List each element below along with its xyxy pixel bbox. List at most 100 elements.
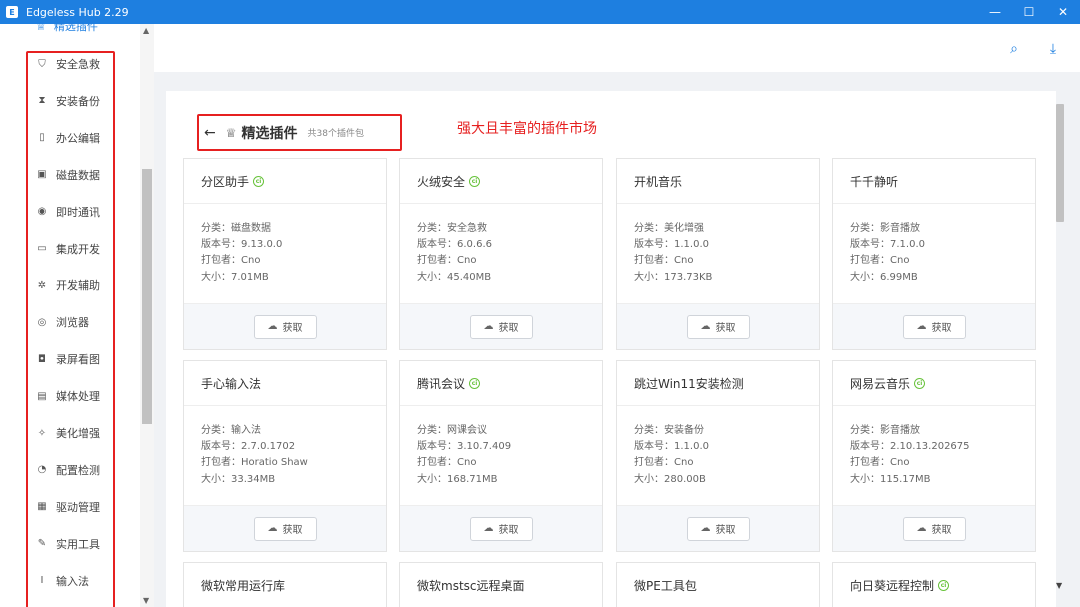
close-button[interactable]: ✕ <box>1046 0 1080 24</box>
sidebar-item[interactable]: ◔ 配置检测 <box>36 460 100 480</box>
plugin-count: 共38个插件包 <box>307 129 364 139</box>
plugin-details: 分类：影音播放 版本号：2.10.13.202675 打包者：Cno 大小：115.1… <box>833 406 1035 506</box>
sidebar-item[interactable]: ▦ 驱动管理 <box>36 497 100 517</box>
sidebar-item[interactable]: ◎ 浏览器 <box>36 312 89 332</box>
chat-icon: ◉ <box>37 206 47 218</box>
download-icon[interactable]: ⤓ <box>1045 41 1061 57</box>
plugin-card-header: 跳过Win11安装检测 <box>617 361 819 406</box>
minimize-button[interactable]: — <box>978 0 1012 24</box>
sidebar-item-label: 配置检测 <box>56 463 100 477</box>
media-icon: ▤ <box>37 390 47 402</box>
app-logo-icon: E <box>6 6 18 18</box>
camera-icon: ◘ <box>38 353 46 365</box>
plugin-name: 网易云音乐 <box>850 376 911 391</box>
sidebar-item-label: 磁盘数据 <box>56 168 100 182</box>
sidebar-item[interactable]: ▤ 媒体处理 <box>36 386 100 406</box>
plugin-category: 分类：输入法 <box>201 425 261 436</box>
sidebar-item-label: 安全急救 <box>56 58 100 71</box>
sidebar-item[interactable]: ◉ 即时通讯 <box>36 202 100 222</box>
get-button[interactable]: ☁ 获取 <box>902 314 966 339</box>
app-window: E Edgeless Hub 2.29 — ☐ ✕ ♕ 精选插件 ⛉ 安全急救 ⧗ 安… <box>0 0 1080 607</box>
plugin-category: 分类：影音播放 <box>850 425 920 436</box>
plugin-name: 分区助手 <box>201 174 250 189</box>
plugin-card-header: 网易云音乐 ci <box>833 361 1035 406</box>
cloud-download-icon: ☁ <box>700 523 711 534</box>
italic-icon: I <box>40 575 44 587</box>
plugin-card-header: 手心输入法 <box>184 361 386 406</box>
browser-icon: ◎ <box>37 316 47 328</box>
get-button-label: 获取 <box>282 525 303 536</box>
sidebar-item[interactable]: I 输入法 <box>36 571 89 591</box>
get-button[interactable]: ☁ 获取 <box>253 314 317 339</box>
sidebar-item[interactable]: ✎ 实用工具 <box>36 534 100 554</box>
plugin-name: 腾讯会议 <box>417 376 466 391</box>
plugin-card-footer: ☁ 获取 <box>400 304 602 349</box>
plugin-size: 大小：280.00B <box>634 473 706 485</box>
plugin-version: 版本号：1.1.0.0 <box>634 441 709 453</box>
sidebar-item[interactable]: ▣ 磁盘数据 <box>36 165 100 185</box>
verified-badge-icon: ci <box>469 377 481 389</box>
sidebar-item[interactable]: ✧ 美化增强 <box>36 423 100 443</box>
sidebar-item-label: 浏览器 <box>56 316 89 330</box>
plugin-details: 分类：美化增强 版本号：1.1.0.0 打包者：Cno 大小：173.73KB <box>617 204 819 304</box>
cloud-download-icon: ☁ <box>267 321 278 332</box>
search-icon[interactable]: ⌕ <box>1006 41 1022 57</box>
plugin-card-footer: ☁ 获取 <box>184 304 386 349</box>
sidebar-item[interactable]: ⧗ 安装备份 <box>36 91 100 111</box>
plugin-category: 分类：磁盘数据 <box>201 223 271 234</box>
plugin-version: 版本号：9.13.0.0 <box>201 239 283 251</box>
plugin-name: 微软mstsc远程桌面 <box>417 578 525 593</box>
get-button[interactable]: ☁ 获取 <box>686 314 750 339</box>
plugin-category: 分类：美化增强 <box>634 223 704 234</box>
verified-badge-icon: ci <box>914 377 926 389</box>
plugin-size: 大小：173.73KB <box>634 271 713 283</box>
cloud-download-icon: ☁ <box>483 523 494 534</box>
plugin-details: 分类：输入法 版本号：2.7.0.1702 打包者：Horatio Shaw 大小：3… <box>184 406 386 506</box>
plugin-card-footer: ☁ 获取 <box>400 506 602 551</box>
panel-scroll-thumb[interactable] <box>1056 104 1064 222</box>
sidebar-scroll-thumb[interactable] <box>142 169 152 424</box>
page-title: 精选插件 <box>241 125 298 142</box>
maximize-button[interactable]: ☐ <box>1012 0 1046 24</box>
sidebar-item[interactable]: ⛉ 安全急救 <box>36 54 100 74</box>
get-button[interactable]: ☁ 获取 <box>253 516 317 541</box>
plugin-card: 火绒安全 ci 分类：安全急救 版本号：6.0.6.6 打包者：Cno 大小：45.40M… <box>399 158 603 350</box>
sidebar-item-label: 输入法 <box>56 574 89 588</box>
sidebar-item-label: 即时通讯 <box>56 205 100 219</box>
get-button[interactable]: ☁ 获取 <box>902 516 966 541</box>
cloud-download-icon: ☁ <box>916 523 927 534</box>
plugin-size: 大小：115.17MB <box>850 473 931 485</box>
back-arrow-icon[interactable]: ← <box>204 125 216 141</box>
plugin-card: 腾讯会议 ci 分类：网课会议 版本号：3.10.7.409 打包者：Cno 大小：168… <box>399 360 603 552</box>
sidebar-item[interactable]: ▭ 集成开发 <box>36 239 100 259</box>
scroll-down-arrow-icon[interactable]: ▼ <box>143 596 149 605</box>
plugin-category: 分类：安全急救 <box>417 223 487 234</box>
plugin-size: 大小：7.01MB <box>201 271 269 283</box>
plugin-name: 向日葵远程控制 <box>850 578 935 593</box>
sidebar-item[interactable]: ◘ 录屏看图 <box>36 349 100 369</box>
plugin-card-header: 微软常用运行库 <box>184 563 386 607</box>
panel-scrollbar[interactable]: ▼ <box>1053 98 1067 590</box>
sidebar-item-featured[interactable]: ♕ 精选插件 <box>36 18 98 34</box>
window-controls: — ☐ ✕ <box>978 0 1080 24</box>
scroll-up-arrow-icon[interactable]: ▲ <box>143 26 149 35</box>
sidebar-item-label: 安装备份 <box>56 94 100 108</box>
plugin-card-header: 腾讯会议 ci <box>400 361 602 406</box>
plugin-packer: 打包者：Cno <box>417 255 477 267</box>
sidebar-scrollbar[interactable]: ▲ ▼ <box>140 24 154 607</box>
plugin-version: 版本号：3.10.7.409 <box>417 441 512 453</box>
get-button[interactable]: ☁ 获取 <box>686 516 750 541</box>
trophy-icon: ♕ <box>36 19 46 33</box>
plugin-card-footer: ☁ 获取 <box>617 304 819 349</box>
sidebar-item[interactable]: ▯ 办公编辑 <box>36 128 100 148</box>
sidebar-item-label: 办公编辑 <box>56 131 100 145</box>
plugin-card: 分区助手 ci 分类：磁盘数据 版本号：9.13.0.0 打包者：Cno 大小：7.01M… <box>183 158 387 350</box>
plugin-card-header: 火绒安全 ci <box>400 159 602 204</box>
scroll-down-arrow-icon[interactable]: ▼ <box>1056 581 1062 590</box>
get-button[interactable]: ☁ 获取 <box>469 516 533 541</box>
plugin-card: 跳过Win11安装检测 分类：安装备份 版本号：1.1.0.0 打包者：Cno 大小：2… <box>616 360 820 552</box>
get-button[interactable]: ☁ 获取 <box>469 314 533 339</box>
plugin-panel: ← ♕ 精选插件 共38个插件包 强大且丰富的插件市场 分区助手 ci 分类：磁盘数… <box>166 91 1056 607</box>
plugin-packer: 打包者：Cno <box>850 255 910 267</box>
sidebar-item[interactable]: ✲ 开发辅助 <box>36 275 100 295</box>
